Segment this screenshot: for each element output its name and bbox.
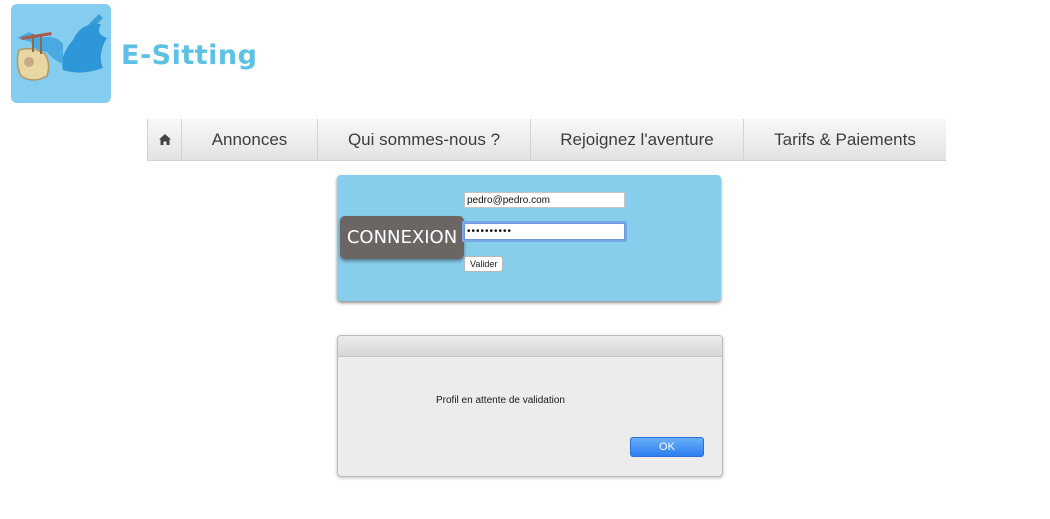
- nav-item-label: Annonces: [211, 129, 288, 149]
- alert-dialog: Profil en attente de validation OK: [337, 335, 723, 477]
- stork-carrying-baby-icon: [16, 14, 107, 81]
- nav-item-label: Rejoignez l'aventure: [560, 129, 714, 149]
- password-field[interactable]: [464, 223, 625, 240]
- nav-item-qui-sommes-nous[interactable]: Qui sommes-nous ?: [318, 119, 531, 160]
- nav-item-label: Tarifs & Paiements: [774, 129, 916, 149]
- email-field[interactable]: [464, 192, 625, 208]
- login-panel: CONNEXION Valider: [337, 175, 721, 301]
- main-navigation: Annonces Qui sommes-nous ? Rejoignez l'a…: [147, 119, 946, 161]
- login-title-badge: CONNEXION: [340, 216, 464, 259]
- validate-button[interactable]: Valider: [464, 256, 504, 272]
- ok-button[interactable]: OK: [630, 437, 704, 457]
- nav-item-annonces[interactable]: Annonces: [182, 119, 318, 160]
- brand-logo[interactable]: [11, 4, 111, 103]
- nav-home[interactable]: [147, 119, 182, 160]
- brand-name: E-Sitting: [121, 40, 258, 71]
- dialog-message: Profil en attente de validation: [436, 395, 565, 406]
- dialog-titlebar[interactable]: [338, 336, 722, 357]
- nav-item-tarifs-paiements[interactable]: Tarifs & Paiements: [744, 119, 946, 160]
- nav-item-label: Qui sommes-nous ?: [347, 129, 501, 149]
- nav-item-rejoignez-aventure[interactable]: Rejoignez l'aventure: [531, 119, 744, 160]
- home-icon: [158, 134, 171, 145]
